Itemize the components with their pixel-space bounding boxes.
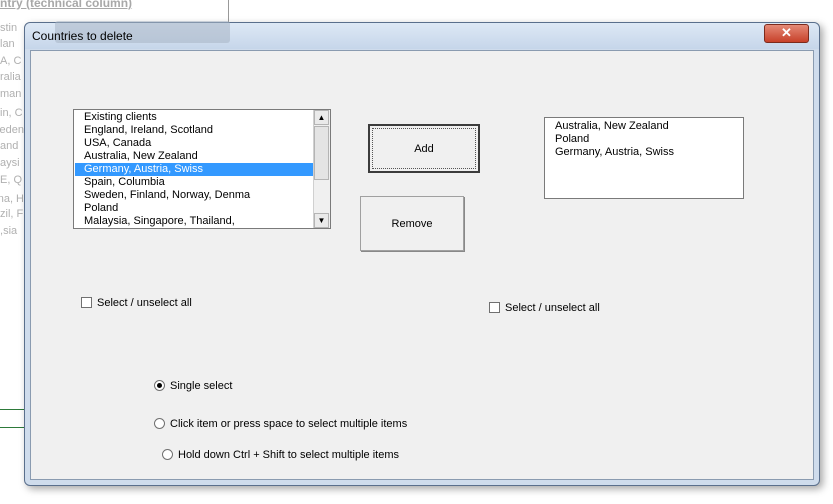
select-all-right-checkbox[interactable]: Select / unselect all [489,302,600,314]
countries-dialog: Countries to delete ✕ Existing clients E… [24,21,820,486]
background-cell: in, C [0,107,23,119]
background-cell: stin [0,22,18,34]
radio-button-checked[interactable] [154,380,165,391]
checkbox-box[interactable] [489,302,500,313]
list-item[interactable]: Poland [546,133,742,146]
list-item[interactable]: Spain, Columbia [75,176,313,189]
radio-label: Click item or press space to select mult… [170,418,408,430]
list-item[interactable]: Sweden, Finland, Norway, Denma [75,189,313,202]
background-cell: man [0,88,22,100]
background-cell: na, H [0,193,24,205]
list-item[interactable]: USA, Canada [75,137,313,150]
list-item[interactable]: Australia, New Zealand [75,150,313,163]
listbox-items: Existing clients England, Ireland, Scotl… [75,111,313,227]
single-select-radio[interactable]: Single select [154,380,232,392]
list-item-selected[interactable]: Germany, Austria, Swiss [75,163,313,176]
scroll-thumb[interactable] [314,126,329,180]
background-green-border [0,409,26,410]
scroll-up-arrow-icon[interactable]: ▲ [314,110,329,125]
dialog-titlebar[interactable]: Countries to delete ✕ [25,21,819,49]
checkbox-label: Select / unselect all [97,297,192,309]
list-item[interactable]: Poland [75,202,313,215]
background-cell: A, C [0,55,22,67]
background-cell: sia, [0,225,18,237]
background-cell: ralia [0,71,21,83]
click-multi-select-radio[interactable]: Click item or press space to select mult… [154,418,407,430]
dialog-client-area: Existing clients England, Ireland, Scotl… [30,50,814,480]
background-cell: and [0,140,19,152]
background-cell: lan [0,38,15,50]
list-item[interactable]: Germany, Austria, Swiss [546,146,742,159]
scroll-down-arrow-icon[interactable]: ▼ [314,213,329,228]
list-item[interactable]: Australia, New Zealand [546,120,742,133]
checkbox-box[interactable] [81,297,92,308]
checkbox-label: Select / unselect all [505,302,600,314]
listbox-items: Australia, New Zealand Poland Germany, A… [546,120,742,198]
background-cell: zil, F [0,208,24,220]
listbox-scrollbar[interactable]: ▲ ▼ [313,110,330,228]
background-cell: E, Q [0,174,23,186]
radio-button[interactable] [162,449,173,460]
list-item[interactable]: Existing clients [75,111,313,124]
radio-button[interactable] [154,418,165,429]
dialog-title: Countries to delete [32,29,133,43]
add-button[interactable]: Add [368,124,480,173]
radio-label: Hold down Ctrl + Shift to select multipl… [178,449,400,461]
list-item[interactable]: England, Ireland, Scotland [75,124,313,137]
close-button[interactable]: ✕ [764,24,809,43]
background-green-border [0,427,26,428]
close-icon: ✕ [781,25,792,40]
ctrl-shift-multi-select-radio[interactable]: Hold down Ctrl + Shift to select multipl… [162,449,399,461]
radio-label: Single select [170,380,233,392]
existing-clients-listbox[interactable]: Existing clients England, Ireland, Scotl… [73,109,331,229]
list-item[interactable]: Malaysia, Singapore, Thailand, [75,215,313,227]
countries-to-delete-listbox[interactable]: Australia, New Zealand Poland Germany, A… [544,117,744,199]
remove-button[interactable]: Remove [360,196,464,251]
background-gridline [228,0,229,22]
background-cell: eden [0,124,24,136]
select-all-left-checkbox[interactable]: Select / unselect all [81,297,192,309]
background-cell: aysi [0,157,20,169]
background-column-header: ntry (technical column) [0,0,133,10]
